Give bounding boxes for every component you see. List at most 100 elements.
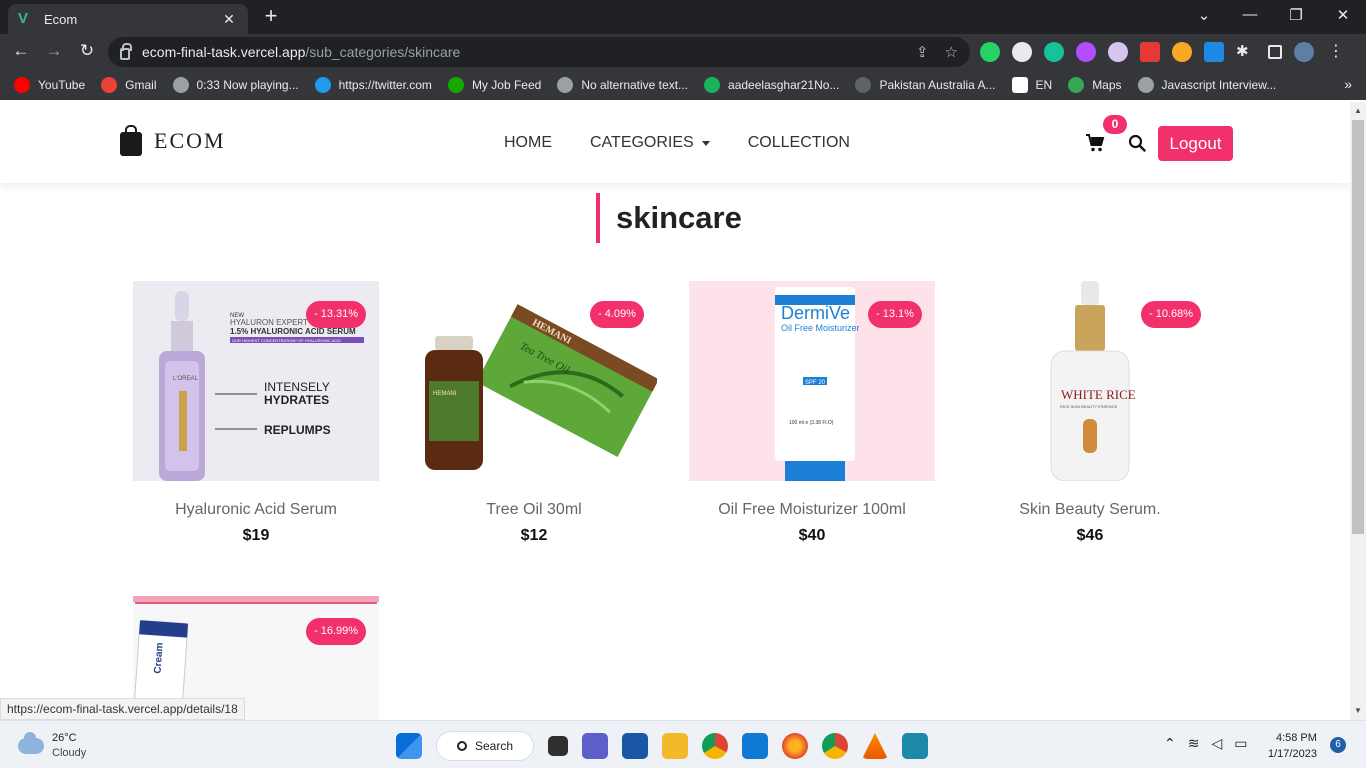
site-logo[interactable]: ECOM (120, 125, 226, 156)
new-tab-icon[interactable]: + (260, 5, 282, 28)
reload-icon[interactable]: ↻ (76, 41, 98, 61)
back-icon[interactable]: ← (10, 41, 32, 61)
pocket-extension-icon[interactable] (1140, 42, 1160, 62)
color-extension-icon[interactable] (1076, 42, 1096, 62)
vlc-icon[interactable] (862, 733, 888, 759)
nav-collection[interactable]: COLLECTION (748, 134, 850, 152)
extension-icon[interactable] (1172, 42, 1192, 62)
extension-icon[interactable] (1108, 42, 1128, 62)
product-name[interactable]: Oil Free Moisturizer 100ml (689, 501, 935, 519)
discount-badge: - 10.68% (1141, 301, 1202, 328)
chrome-profile-icon[interactable] (822, 733, 848, 759)
moisturizer-size-text: 100 ml e (3.38 Fl.O) (789, 420, 834, 426)
puzzle-extensions-icon[interactable]: ✱ (1236, 42, 1256, 62)
site-header: ECOM HOME CATEGORIES COLLECTION 0 Logout (0, 102, 1350, 183)
side-panel-icon[interactable] (1268, 45, 1282, 59)
page-title: skincare (616, 200, 742, 235)
forward-icon[interactable]: → (43, 41, 65, 61)
product-card[interactable]: L'OREAL NEW HYALURON EXPERT 1.5% HYALURO… (133, 281, 379, 545)
bookmark-item[interactable]: Pakistan Australia A... (855, 77, 996, 93)
browser-tab[interactable]: V Ecom ✕ (8, 4, 248, 34)
chrome-icon[interactable] (702, 733, 728, 759)
teams-chat-icon[interactable] (582, 733, 608, 759)
scroll-down-icon[interactable]: ▼ (1354, 706, 1362, 715)
weather-widget[interactable]: 26°C Cloudy (18, 731, 86, 761)
file-explorer-icon[interactable] (662, 733, 688, 759)
address-bar[interactable]: ecom-final-task.vercel.app /sub_categori… (108, 37, 970, 67)
product-name[interactable]: Tree Oil 30ml (411, 501, 657, 519)
bookmark-item[interactable]: YouTube (14, 77, 85, 93)
moisturizer-brand-text: DermiVe (781, 303, 850, 323)
restore-icon[interactable]: ❐ (1286, 6, 1306, 24)
rice-sub-text: RICE SKIN BEAUTY ESSENCE (1060, 404, 1118, 409)
bookmark-star-icon[interactable]: ☆ (945, 43, 958, 61)
close-window-icon[interactable]: ✕ (1333, 6, 1353, 24)
minimize-icon[interactable]: — (1240, 6, 1260, 23)
share-icon[interactable]: ⇪ (916, 43, 929, 61)
bookmark-label: https://twitter.com (338, 78, 432, 92)
product-card[interactable]: WHITE RICE RICE SKIN BEAUTY ESSENCE - 10… (967, 281, 1213, 545)
bookmark-item[interactable]: https://twitter.com (314, 77, 432, 93)
maps-icon (1068, 77, 1085, 93)
windows-start-icon[interactable] (396, 733, 422, 759)
product-image[interactable]: WHITE RICE RICE SKIN BEAUTY ESSENCE - 10… (967, 281, 1213, 481)
product-name[interactable]: Skin Beauty Serum. (967, 501, 1213, 519)
bookmark-item[interactable]: EN (1011, 77, 1052, 93)
bookmark-item[interactable]: Javascript Interview... (1137, 77, 1277, 93)
firefox-icon[interactable] (782, 733, 808, 759)
nav-home[interactable]: HOME (504, 134, 552, 152)
product-name[interactable]: Hyaluronic Acid Serum (133, 501, 379, 519)
profile-avatar-icon[interactable] (1294, 42, 1314, 62)
close-tab-icon[interactable]: ✕ (220, 11, 238, 28)
page-scrollbar[interactable]: ▲ ▼ (1350, 102, 1366, 720)
extension-icon[interactable] (1012, 42, 1032, 62)
extension-icon[interactable] (1204, 42, 1224, 62)
clock-time: 4:58 PM (1275, 732, 1317, 744)
whiteboard-icon[interactable] (622, 733, 648, 759)
more-bookmarks-icon[interactable]: » (1344, 76, 1352, 92)
bookmark-label: Javascript Interview... (1161, 78, 1277, 92)
taskbar-search-label: Search (475, 739, 514, 753)
logout-button[interactable]: Logout (1158, 126, 1233, 161)
product-price: $19 (242, 527, 270, 544)
volume-icon[interactable]: ◁ (1211, 735, 1222, 752)
product-card[interactable]: HEMANI Tea Tree Oil HEMANI - 4.09% Tree … (411, 281, 657, 545)
vscode-icon[interactable] (742, 733, 768, 759)
taskbar-clock[interactable]: 4:58 PM 1/17/2023 (1268, 730, 1317, 762)
search-icon[interactable] (1128, 134, 1146, 152)
tab-search-chevron-icon[interactable]: ⌄ (1194, 6, 1214, 24)
bookmark-item[interactable]: 0:33 Now playing... (172, 77, 299, 93)
product-image[interactable]: DermiVe Oil Free Moisturizer SPF 20 100 … (689, 281, 935, 481)
bookmark-label: Pakistan Australia A... (879, 78, 996, 92)
bookmark-item[interactable]: No alternative text... (557, 77, 688, 93)
clock-date: 1/17/2023 (1268, 748, 1317, 760)
bookmark-item[interactable]: My Job Feed (447, 77, 541, 93)
amazon-icon (1011, 77, 1028, 93)
grammarly-extension-icon[interactable] (1044, 42, 1064, 62)
logo-text: ECOM (154, 128, 226, 153)
nav-categories[interactable]: CATEGORIES (590, 134, 710, 152)
scroll-up-icon[interactable]: ▲ (1354, 106, 1362, 115)
product-image[interactable]: L'OREAL NEW HYALURON EXPERT 1.5% HYALURO… (133, 281, 379, 481)
wifi-icon[interactable]: ≋ (1188, 735, 1200, 752)
scrollbar-thumb[interactable] (1352, 120, 1364, 534)
bookmark-item[interactable]: Maps (1068, 77, 1122, 93)
product-image[interactable]: HEMANI Tea Tree Oil HEMANI - 4.09% (411, 281, 657, 481)
gmail-icon (101, 77, 118, 93)
tray-chevron-icon[interactable]: ⌃ (1164, 735, 1176, 752)
notification-badge[interactable]: 6 (1330, 737, 1346, 753)
menu-dots-icon[interactable]: ⋮ (1326, 42, 1346, 62)
bookmark-item[interactable]: aadeelasghar21No... (704, 77, 839, 93)
serum-line2-text: 1.5% HYALURONIC ACID SERUM (230, 327, 356, 336)
lock-icon[interactable] (120, 43, 132, 60)
bookmark-item[interactable]: Gmail (101, 77, 157, 93)
whatsapp-extension-icon[interactable] (980, 42, 1000, 62)
moisturizer-spf-text: SPF 20 (805, 380, 826, 386)
task-view-icon[interactable] (548, 736, 568, 756)
app-icon[interactable] (902, 733, 928, 759)
product-card[interactable]: DermiVe Oil Free Moisturizer SPF 20 100 … (689, 281, 935, 545)
taskbar-search[interactable]: Search (436, 731, 534, 761)
bookmark-label: Gmail (125, 78, 157, 92)
battery-icon[interactable]: ▭ (1234, 735, 1247, 752)
cart-icon[interactable] (1085, 133, 1105, 153)
